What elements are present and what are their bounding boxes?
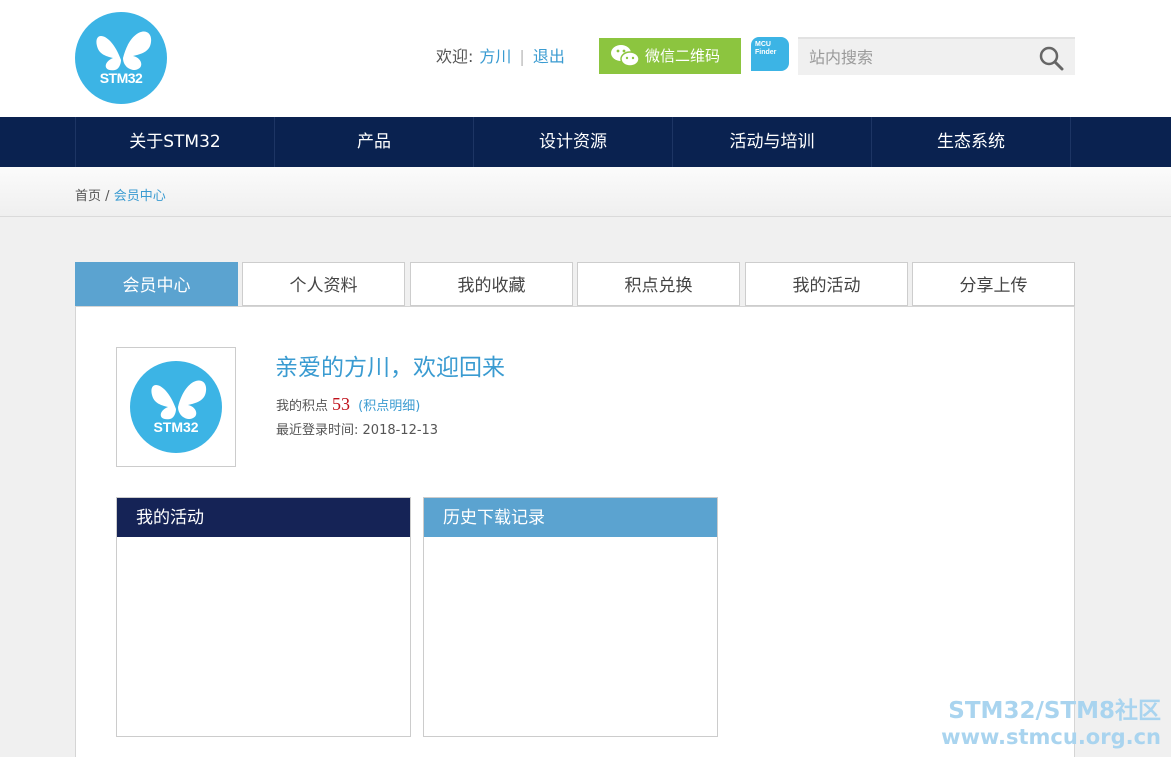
tab-my-activities[interactable]: 我的活动 [745, 262, 908, 306]
last-login-value: 2018-12-13 [362, 423, 439, 438]
breadcrumb-bar: 首页 / 会员中心 [0, 167, 1171, 217]
points-line: 我的积点 53 (积点明细) [276, 394, 420, 415]
butterfly-icon [151, 380, 207, 420]
download-history-box: 历史下载记录 [423, 497, 718, 737]
breadcrumb-separator: / [105, 189, 110, 204]
points-value: 53 [332, 394, 351, 414]
site-watermark: STM32/STM8社区 www.stmcu.org.cn [941, 697, 1161, 749]
welcome-area: 欢迎: 方川 | 退出 [436, 46, 565, 68]
breadcrumb-home[interactable]: 首页 [75, 189, 101, 204]
tab-favorites[interactable]: 我的收藏 [410, 262, 573, 306]
wechat-label: 微信二维码 [645, 47, 721, 65]
tab-member-center[interactable]: 会员中心 [75, 262, 238, 306]
last-login-line: 最近登录时间: 2018-12-13 [276, 419, 438, 438]
search-icon[interactable] [1038, 45, 1064, 71]
logout-link[interactable]: 退出 [533, 47, 565, 66]
last-login-label: 最近登录时间: [276, 423, 359, 438]
search-box [798, 37, 1075, 75]
wechat-qr-button[interactable]: 微信二维码 [599, 38, 741, 74]
search-input[interactable] [798, 39, 1028, 75]
nav-item-design-resources[interactable]: 设计资源 [474, 117, 673, 167]
wechat-icon [611, 45, 639, 67]
butterfly-icon [96, 31, 152, 71]
nav-item-ecosystem[interactable]: 生态系统 [872, 117, 1071, 167]
tab-points-exchange[interactable]: 积点兑换 [577, 262, 740, 306]
site-header: STM32 欢迎: 方川 | 退出 微信二维码 MCU Finder [0, 0, 1171, 117]
tab-share-upload[interactable]: 分享上传 [912, 262, 1075, 306]
watermark-line1: STM32/STM8社区 [948, 698, 1161, 724]
breadcrumb-current[interactable]: 会员中心 [114, 189, 166, 204]
welcome-label: 欢迎: [436, 47, 474, 66]
tab-profile[interactable]: 个人资料 [242, 262, 405, 306]
breadcrumb: 首页 / 会员中心 [75, 185, 166, 204]
avatar[interactable]: STM32 [116, 347, 236, 467]
watermark-line2: www.stmcu.org.cn [941, 725, 1161, 749]
nav-item-events[interactable]: 活动与培训 [673, 117, 872, 167]
points-detail-link[interactable]: (积点明细) [358, 399, 420, 414]
my-activities-box: 我的活动 [116, 497, 411, 737]
logo-text: STM32 [99, 70, 143, 86]
username-link[interactable]: 方川 [479, 47, 511, 66]
my-activities-title: 我的活动 [117, 498, 410, 537]
avatar-logo: STM32 [130, 361, 222, 453]
greeting: 亲爱的方川，欢迎回来 [275, 355, 505, 381]
separator: | [519, 47, 525, 66]
member-tabs: 会员中心 个人资料 我的收藏 积点兑换 我的活动 分享上传 [75, 262, 1075, 306]
main-nav: 关于STM32 产品 设计资源 活动与培训 生态系统 [0, 117, 1171, 167]
points-label: 我的积点 [276, 399, 329, 414]
mcu-finder-line1: MCU [755, 41, 771, 48]
mcu-finder-icon[interactable]: MCU Finder [751, 37, 789, 71]
stm32-logo[interactable]: STM32 [75, 12, 167, 104]
download-history-title: 历史下载记录 [424, 498, 717, 537]
avatar-text: STM32 [153, 419, 199, 435]
nav-item-products[interactable]: 产品 [275, 117, 474, 167]
nav-item-about[interactable]: 关于STM32 [76, 117, 275, 167]
mcu-finder-line2: Finder [755, 49, 777, 56]
